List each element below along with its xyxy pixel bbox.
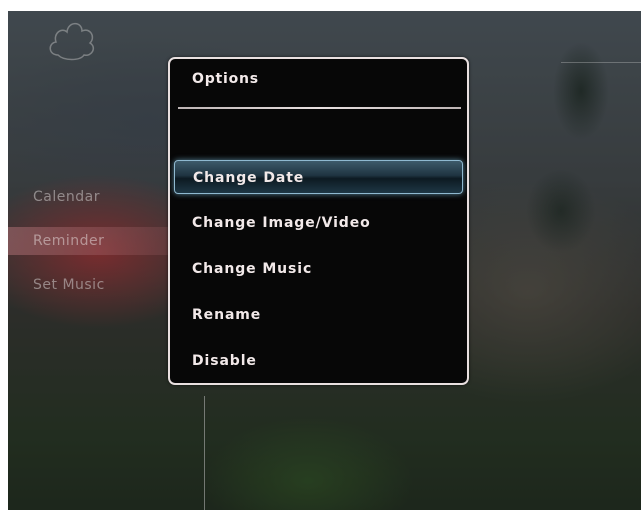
cloud-icon xyxy=(49,22,95,61)
dialog-title: Options xyxy=(192,71,259,87)
side-item-reminder[interactable]: Reminder xyxy=(8,227,168,255)
menu-item-change-image-video[interactable]: Change Image/Video xyxy=(174,206,463,240)
menu-item-rename[interactable]: Rename xyxy=(174,298,463,332)
menu-item-disable[interactable]: Disable xyxy=(174,344,463,378)
background-line xyxy=(561,62,641,63)
menu-item-change-date[interactable]: Change Date xyxy=(174,160,463,194)
menu-item-change-music[interactable]: Change Music xyxy=(174,252,463,286)
dialog-divider xyxy=(178,107,461,109)
side-menu: Calendar Reminder Set Music xyxy=(8,183,168,315)
side-item-set-music[interactable]: Set Music xyxy=(8,271,168,299)
options-menu: Change Date Change Image/Video Change Mu… xyxy=(174,160,463,390)
timeline-line xyxy=(204,396,205,510)
side-item-calendar[interactable]: Calendar xyxy=(8,183,168,211)
options-dialog: Options Change Date Change Image/Video C… xyxy=(168,57,469,385)
background-tree xyxy=(521,11,631,311)
